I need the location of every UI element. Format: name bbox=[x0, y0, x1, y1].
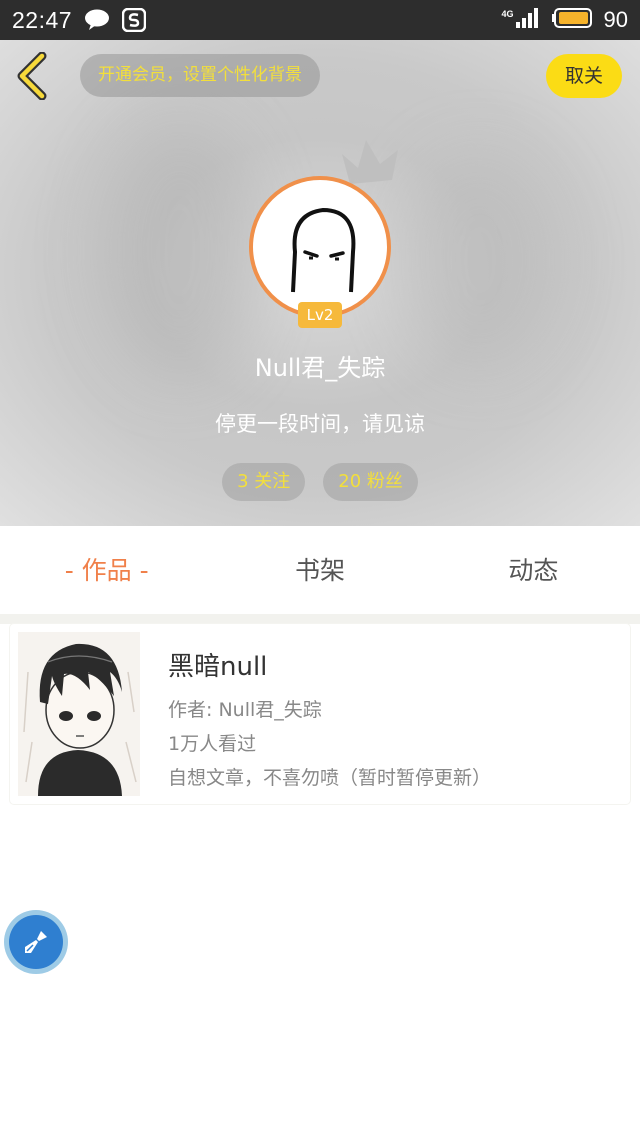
divider bbox=[0, 614, 640, 624]
profile-tabs: - 作品 - 书架 动态 bbox=[0, 526, 640, 614]
tab-works[interactable]: - 作品 - bbox=[0, 526, 213, 614]
status-bar: 22:47 4G 90 bbox=[0, 0, 640, 40]
vip-background-prompt[interactable]: 开通会员，设置个性化背景 bbox=[80, 54, 320, 97]
level-badge: Lv2 bbox=[298, 302, 342, 328]
network-type: 4G bbox=[501, 9, 514, 19]
avatar-face-icon bbox=[291, 207, 356, 293]
profile-header: 开通会员，设置个性化背景 取关 Lv2 Null君_失踪 停更一段时间，请见谅 … bbox=[0, 40, 640, 526]
tab-bookshelf[interactable]: 书架 bbox=[213, 526, 426, 614]
profile-stats: 3 关注 20 粉丝 bbox=[0, 463, 640, 501]
back-button[interactable] bbox=[14, 51, 54, 101]
username: Null君_失踪 bbox=[254, 354, 386, 382]
work-views: 1万人看过 bbox=[168, 733, 257, 755]
followers-count[interactable]: 20 粉丝 bbox=[323, 463, 418, 501]
unfollow-button[interactable]: 取关 bbox=[546, 54, 622, 98]
work-card[interactable]: 黑暗null 作者: Null君_失踪 1万人看过 自想文章，不喜勿喷（暂时暂停… bbox=[10, 624, 630, 804]
user-bio: 停更一段时间，请见谅 bbox=[215, 412, 425, 436]
battery-percent: 90 bbox=[603, 7, 628, 32]
work-info: 黑暗null 作者: Null君_失踪 1万人看过 自想文章，不喜勿喷（暂时暂停… bbox=[168, 646, 491, 795]
tab-activity[interactable]: 动态 bbox=[427, 526, 640, 614]
work-description: 自想文章，不喜勿喷（暂时暂停更新） bbox=[168, 767, 492, 789]
signal-icon bbox=[515, 7, 542, 33]
work-cover-image bbox=[18, 632, 140, 796]
brush-icon bbox=[25, 931, 47, 953]
sogou-icon bbox=[122, 8, 147, 32]
back-arrow-icon bbox=[17, 51, 47, 101]
chat-bubble-icon bbox=[84, 9, 110, 31]
avatar[interactable] bbox=[249, 176, 391, 318]
battery-icon bbox=[551, 7, 594, 34]
work-title: 黑暗null bbox=[168, 652, 268, 682]
work-author: 作者: Null君_失踪 bbox=[168, 699, 322, 721]
status-time: 22:47 bbox=[12, 6, 73, 33]
floating-clean-button[interactable] bbox=[4, 910, 68, 974]
following-count[interactable]: 3 关注 bbox=[222, 463, 306, 501]
